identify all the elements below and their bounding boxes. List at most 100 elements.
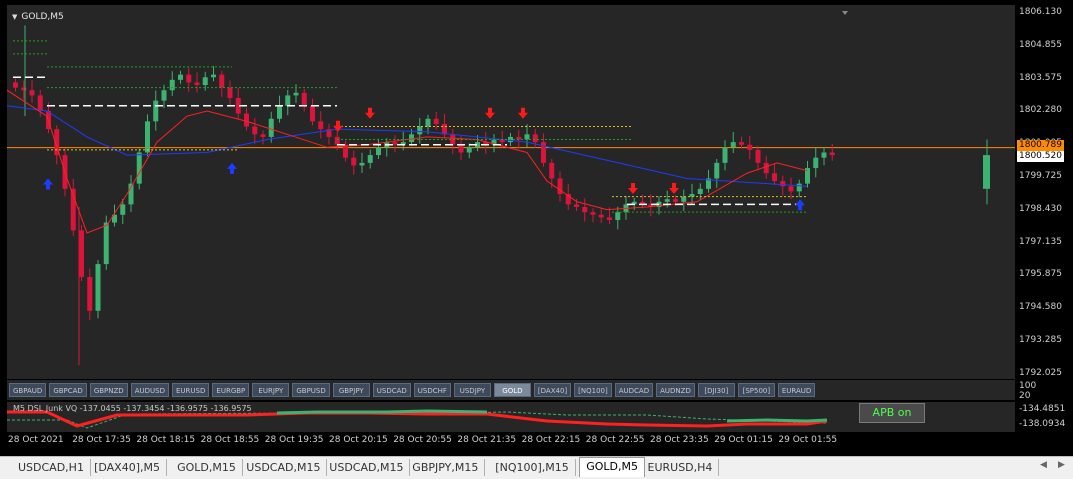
candle-body xyxy=(359,162,365,166)
symbol-button-audnzd[interactable]: AUDNZD xyxy=(656,383,695,397)
candle-body xyxy=(673,199,678,202)
candle-body xyxy=(120,204,126,215)
chart-tab[interactable]: [DAX40],M5 xyxy=(88,459,167,476)
candle-body xyxy=(755,149,761,163)
indicator-tick-label: 20 xyxy=(1019,391,1031,401)
symbol-button-usdchf[interactable]: USDCHF xyxy=(413,383,451,397)
candle-body xyxy=(318,121,324,130)
candle-body xyxy=(161,90,167,101)
price-tick-label: 1799.725 xyxy=(1019,171,1062,181)
candle-body xyxy=(95,264,101,311)
blue-moving-average xyxy=(7,105,808,187)
indicator-tick-label: -138.0934 xyxy=(1019,419,1066,429)
candle-body xyxy=(211,74,216,78)
symbol-button-audcad[interactable]: AUDCAD xyxy=(614,383,654,397)
candle-body xyxy=(763,162,769,174)
symbol-button-nq100[interactable]: [NQ100] xyxy=(574,383,612,397)
indicator-tick-label: 100 xyxy=(1019,381,1037,391)
indicator-tick-label: -134.4851 xyxy=(1019,404,1066,414)
time-label: 28 Oct 22:15 xyxy=(521,435,581,445)
symbol-button-gbpjpy[interactable]: GBPJPY xyxy=(332,383,370,397)
candle-body xyxy=(574,204,579,207)
chart-tab[interactable]: EURUSD,H4 xyxy=(642,459,720,476)
candle-body xyxy=(607,217,612,220)
price-axis[interactable]: 1806.1301804.8551803.5751802.2801801.005… xyxy=(1015,5,1073,379)
candlestick-chart[interactable] xyxy=(7,5,1015,379)
candle-body xyxy=(202,77,208,86)
chart-tab[interactable]: USDCAD,M15 xyxy=(323,459,411,476)
buy-arrow-icon xyxy=(795,199,805,211)
indicator-panel[interactable]: M5 DSL Junk VQ -137.0455 -137.3454 -136.… xyxy=(7,402,1015,432)
candle-body xyxy=(697,188,703,195)
symbol-button-gbpcad[interactable]: GBPCAD xyxy=(49,383,87,397)
candle-body xyxy=(153,100,159,122)
chart-tab[interactable]: USDCAD,M15 xyxy=(240,459,328,476)
candle-body xyxy=(425,118,431,127)
price-chart-panel[interactable] xyxy=(7,5,1015,379)
symbol-button-euraud[interactable]: EURAUD xyxy=(777,383,816,397)
buy-arrow-icon xyxy=(227,162,237,174)
buy-arrow-icon xyxy=(43,178,53,190)
candle-body xyxy=(79,230,84,278)
candle-body xyxy=(664,199,670,202)
chart-tab[interactable]: USDCAD,H1 xyxy=(12,459,91,476)
tab-scroll-left-icon[interactable]: ◀ xyxy=(1040,460,1047,470)
candle-body xyxy=(301,92,307,106)
price-tick-label: 1798.430 xyxy=(1019,203,1062,214)
tab-scroll-right-icon[interactable]: ▶ xyxy=(1058,460,1065,470)
sell-arrow-icon xyxy=(365,107,375,119)
time-label: 28 Oct 20:55 xyxy=(393,435,452,445)
time-label: 28 Oct 2021 xyxy=(8,435,64,445)
symbol-button-sp500[interactable]: [SP500] xyxy=(737,383,775,397)
chart-tab[interactable]: GBPJPY,M15 xyxy=(406,459,486,476)
candle-body xyxy=(821,152,827,158)
time-label: 28 Oct 18:15 xyxy=(136,435,196,445)
symbol-button-usdjpy[interactable]: USDJPY xyxy=(453,383,491,397)
symbol-button-dax40[interactable]: [DAX40] xyxy=(533,383,572,397)
time-label: 28 Oct 21:35 xyxy=(457,435,517,445)
price-tick-label: 1804.855 xyxy=(1019,39,1062,50)
candle-body xyxy=(227,87,233,99)
candle-body xyxy=(13,82,18,88)
time-axis: 28 Oct 2021 28 Oct 17:35 28 Oct 18:15 28 Oc… xyxy=(7,432,1015,450)
symbol-button-gbpusd[interactable]: GBPUSD xyxy=(292,383,330,397)
candle-body xyxy=(244,113,249,127)
sell-arrow-icon xyxy=(669,183,679,195)
time-label: 29 Oct 01:15 xyxy=(714,435,773,445)
price-tick-label: 1794.580 xyxy=(1019,302,1062,313)
symbol-button-audusd[interactable]: AUDUSD xyxy=(130,383,169,397)
candle-body xyxy=(367,155,373,163)
candle-body xyxy=(392,142,398,145)
symbol-button-eurjpy[interactable]: EURJPY xyxy=(252,383,290,397)
symbol-title: ▼ GOLD,M5 xyxy=(12,12,64,22)
candle-body xyxy=(277,105,282,119)
symbol-button-eurgbp[interactable]: EURGBP xyxy=(212,383,250,397)
time-label: 28 Oct 17:35 xyxy=(72,435,131,445)
chart-tab[interactable]: [NQ100],M15 xyxy=(489,459,576,476)
symbol-button-usdcad[interactable]: USDCAD xyxy=(372,383,411,397)
candle-body xyxy=(813,157,819,169)
chevron-down-icon[interactable]: ▼ xyxy=(12,13,17,21)
time-label: 29 Oct 01:55 xyxy=(778,435,838,445)
candle-body xyxy=(983,155,990,189)
chart-tab[interactable]: GOLD,M15 xyxy=(171,459,243,476)
candle-body xyxy=(219,74,225,88)
candle-body xyxy=(458,144,464,153)
chart-tab[interactable]: GOLD,M5 xyxy=(579,457,645,477)
symbol-button-gbpaud[interactable]: GBPAUD xyxy=(9,383,47,397)
time-label: 28 Oct 20:15 xyxy=(329,435,388,445)
symbol-button-eurusd[interactable]: EURUSD xyxy=(171,383,210,397)
candle-body xyxy=(334,136,340,145)
red-moving-average xyxy=(7,89,808,234)
symbol-button-gold[interactable]: GOLD xyxy=(493,383,531,397)
candle-body xyxy=(796,183,802,192)
symbol-button-gbpnzd[interactable]: GBPNZD xyxy=(89,383,128,397)
candle-body xyxy=(582,206,588,213)
candle-body xyxy=(29,90,35,96)
apb-toggle-button[interactable]: APB on xyxy=(859,403,925,423)
symbol-button-dji30[interactable]: [DJI30] xyxy=(697,383,735,397)
candle-body xyxy=(747,144,753,150)
candle-body xyxy=(549,162,555,179)
candle-body xyxy=(310,105,315,122)
time-label: 28 Oct 18:55 xyxy=(200,435,260,445)
